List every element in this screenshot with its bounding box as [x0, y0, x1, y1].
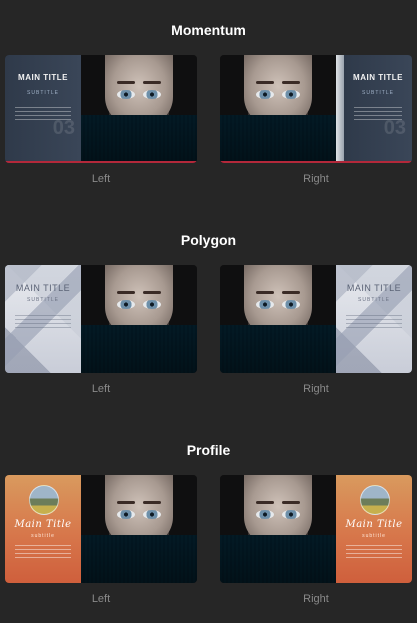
panel-main-title: MAIN TITLE: [346, 283, 402, 293]
caption-right: Right: [303, 173, 329, 185]
woman-photo: [81, 55, 197, 163]
avatar: [29, 485, 59, 515]
panel-subtitle: SUBTITLE: [358, 297, 390, 303]
panel-number: 03: [383, 117, 406, 139]
momentum-left-thumbnail[interactable]: MAIN TITLE SUBTITLE 03: [5, 55, 197, 163]
woman-photo: [81, 475, 197, 583]
panel-subtitle: subtitle: [31, 533, 55, 539]
panel-body-text: [15, 545, 71, 561]
title-panel: Main Title subtitle: [336, 475, 412, 583]
panel-body-text: [346, 315, 402, 331]
profile-left-thumbnail[interactable]: Main Title subtitle: [5, 475, 197, 583]
section-title-polygon: Polygon: [180, 232, 237, 248]
woman-photo: [220, 55, 336, 163]
title-panel: MAIN TITLE SUBTITLE 03: [5, 55, 81, 163]
section-title-profile: Profile: [186, 442, 231, 458]
panel-body-text: [346, 545, 402, 561]
title-panel: MAIN TITLE SUBTITLE 03: [344, 55, 412, 163]
polygon-left-thumbnail[interactable]: MAIN TITLE SUBTITLE: [5, 265, 197, 373]
panel-number: 03: [52, 117, 75, 139]
accent-line: [220, 161, 412, 163]
caption-right: Right: [303, 593, 329, 605]
title-panel: MAIN TITLE SUBTITLE: [5, 265, 81, 373]
avatar: [360, 485, 390, 515]
panel-body-text: [15, 315, 71, 331]
panel-main-title: MAIN TITLE: [353, 73, 403, 82]
polygon-right-thumbnail[interactable]: MAIN TITLE SUBTITLE: [220, 265, 412, 373]
panel-edge-stripe: [336, 55, 344, 163]
caption-right: Right: [303, 383, 329, 395]
caption-left: Left: [91, 593, 111, 605]
momentum-right-thumbnail[interactable]: MAIN TITLE SUBTITLE 03: [220, 55, 412, 163]
woman-photo: [220, 265, 336, 373]
caption-left: Left: [91, 173, 111, 185]
panel-main-title: Main Title: [14, 519, 72, 530]
accent-line: [5, 161, 197, 163]
title-panel: MAIN TITLE SUBTITLE: [336, 265, 412, 373]
panel-main-title: MAIN TITLE: [18, 73, 68, 82]
panel-subtitle: SUBTITLE: [27, 297, 59, 303]
profile-right-thumbnail[interactable]: Main Title subtitle: [220, 475, 412, 583]
panel-subtitle: subtitle: [362, 533, 386, 539]
panel-main-title: MAIN TITLE: [15, 283, 71, 293]
panel-subtitle: SUBTITLE: [362, 90, 394, 96]
woman-photo: [220, 475, 336, 583]
title-panel: Main Title subtitle: [5, 475, 81, 583]
woman-photo: [81, 265, 197, 373]
panel-main-title: Main Title: [345, 519, 403, 530]
caption-left: Left: [91, 383, 111, 395]
panel-subtitle: SUBTITLE: [27, 90, 59, 96]
section-title-momentum: Momentum: [171, 22, 246, 38]
